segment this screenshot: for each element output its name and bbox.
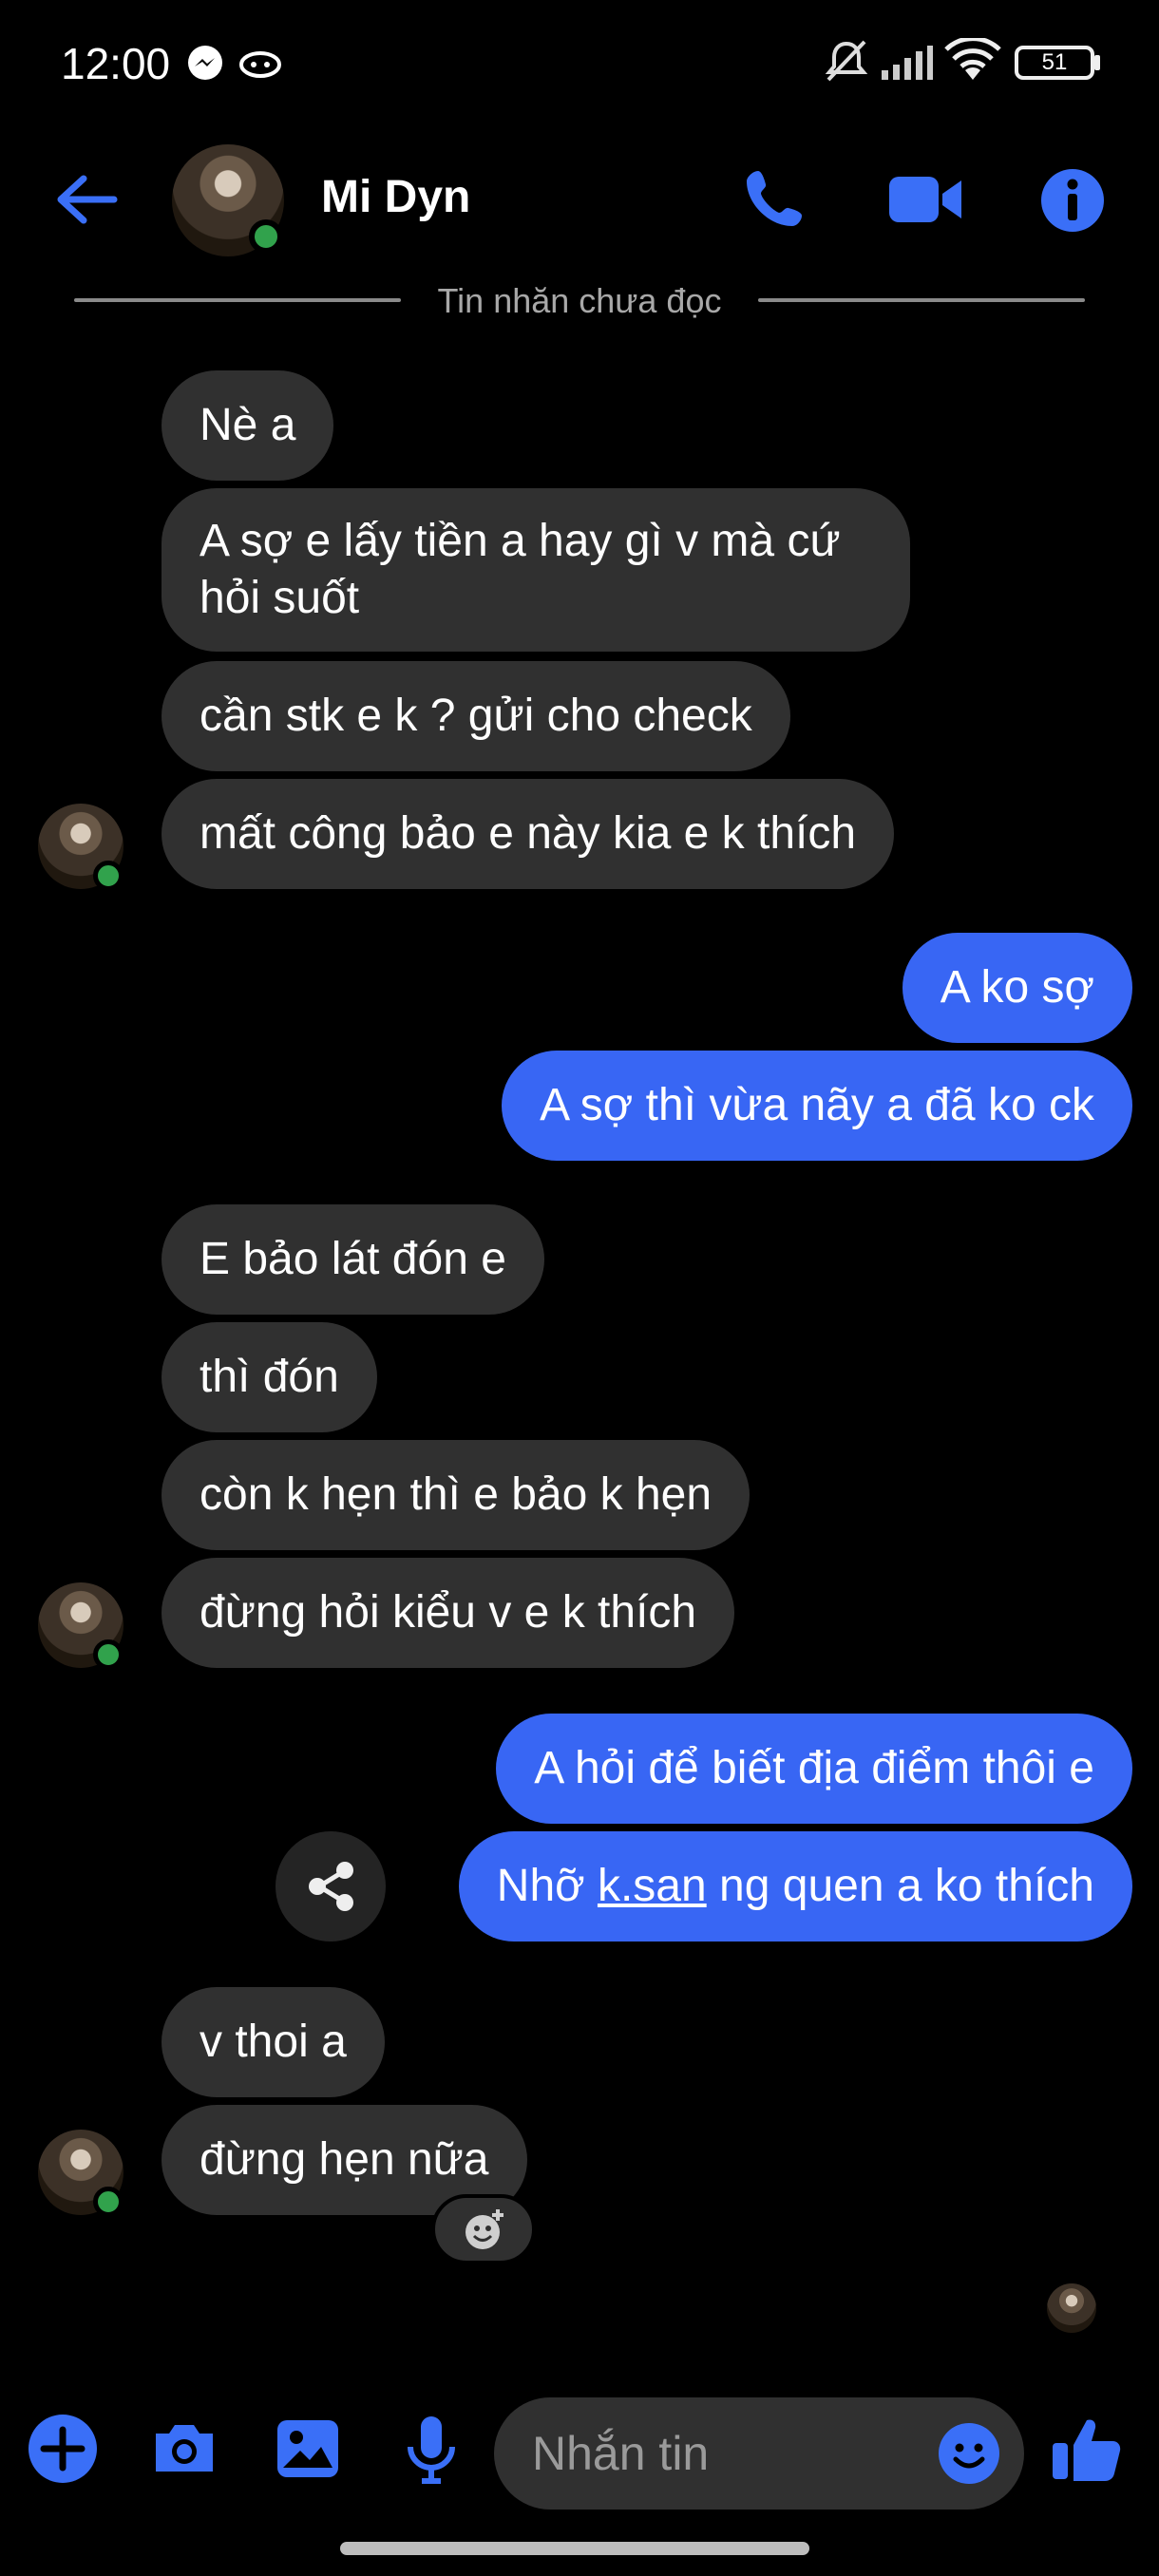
message-incoming[interactable]: A sợ e lấy tiền a hay gì v mà cứ hỏi suố… — [162, 488, 910, 652]
video-icon[interactable] — [887, 165, 963, 234]
battery-level: 51 — [1041, 49, 1068, 75]
divider-line-right — [758, 298, 1085, 302]
online-indicator — [93, 1639, 124, 1670]
online-indicator — [93, 2187, 124, 2217]
message-outgoing[interactable]: A ko sợ — [902, 933, 1132, 1043]
share-button[interactable] — [276, 1831, 386, 1941]
online-indicator — [93, 861, 124, 891]
alien-icon — [239, 51, 281, 78]
message-outgoing[interactable]: A hỏi để biết địa điểm thôi e — [496, 1714, 1132, 1824]
message-link[interactable]: k.san — [598, 1861, 707, 1911]
conversation-header: Mi Dyn — [0, 133, 1159, 266]
message-input[interactable]: Nhắn tin — [494, 2397, 1024, 2510]
seen-receipt-avatar — [1047, 2283, 1096, 2333]
message-incoming[interactable]: thì đón — [162, 1322, 377, 1432]
message-outgoing[interactable]: A sợ thì vừa nãy a đã ko ck — [502, 1051, 1132, 1161]
microphone-icon[interactable] — [393, 2411, 469, 2487]
gallery-icon[interactable] — [270, 2411, 346, 2487]
home-indicator[interactable] — [340, 2542, 809, 2555]
battery-cap — [1094, 55, 1100, 70]
messenger-icon — [188, 46, 222, 80]
back-arrow-icon[interactable] — [53, 173, 120, 226]
message-incoming[interactable]: còn k hẹn thì e bảo k hẹn — [162, 1440, 750, 1550]
add-reaction-icon — [466, 2209, 504, 2249]
phone-icon[interactable] — [741, 165, 809, 234]
message-input-placeholder: Nhắn tin — [532, 2427, 710, 2480]
mute-icon — [825, 40, 868, 82]
add-reaction-button[interactable] — [431, 2194, 536, 2264]
thumbs-up-icon[interactable] — [1047, 2411, 1125, 2487]
camera-icon[interactable] — [146, 2411, 222, 2487]
message-text: ng quen a ko thích — [706, 1861, 1094, 1911]
wifi-icon — [944, 38, 1001, 80]
battery-icon: 51 — [1015, 46, 1094, 80]
message-incoming[interactable]: v thoi a — [162, 1987, 385, 2097]
signal-icon — [882, 46, 933, 80]
message-composer: Nhắn tin — [0, 2375, 1159, 2527]
message-outgoing[interactable]: Nhỡ k.san ng quen a ko thích — [458, 1831, 1132, 1941]
status-time: 12:00 — [61, 39, 171, 88]
unread-divider: Tin nhăn chưa đọc — [74, 281, 1085, 320]
message-text: Nhỡ — [496, 1861, 598, 1911]
contact-name[interactable]: Mi Dyn — [321, 171, 470, 223]
message-incoming[interactable]: đừng hỏi kiểu v e k thích — [162, 1558, 735, 1668]
info-icon[interactable] — [1037, 165, 1108, 236]
message-incoming[interactable]: mất công bảo e này kia e k thích — [162, 779, 895, 889]
message-incoming[interactable]: Nè a — [162, 370, 334, 481]
message-incoming[interactable]: E bảo lát đón e — [162, 1204, 544, 1315]
message-incoming[interactable]: cần stk e k ? gửi cho check — [162, 661, 790, 771]
plus-icon[interactable] — [25, 2411, 101, 2487]
emoji-icon[interactable] — [937, 2421, 1001, 2486]
share-icon — [309, 1862, 353, 1911]
online-indicator — [249, 219, 283, 254]
status-bar: 12:00 51 — [0, 0, 1159, 128]
